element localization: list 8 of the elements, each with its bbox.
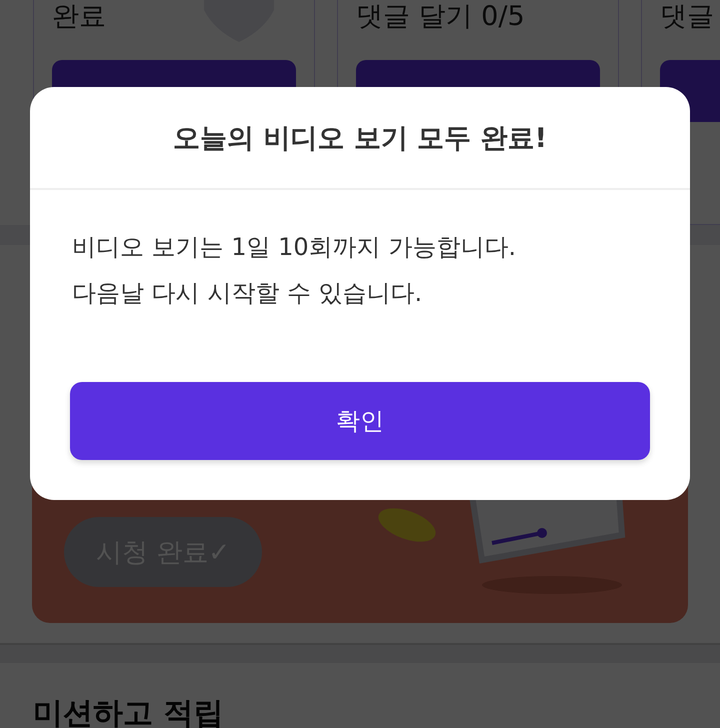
card-title: 댓글 <box>660 0 714 34</box>
card-title: 댓글 달기 0/5 <box>356 0 525 34</box>
confirm-button[interactable]: 확인 <box>70 382 650 460</box>
dialog-message: 다음날 다시 시작할 수 있습니다. <box>72 278 424 309</box>
section-title: 미션하고 적립 <box>33 695 224 728</box>
card-title: 완료 <box>52 0 106 34</box>
dialog-message: 비디오 보기는 1일 10회까지 가능합니다. <box>72 232 517 263</box>
dialog-title: 오늘의 비디오 보기 모두 완료! <box>30 87 690 190</box>
